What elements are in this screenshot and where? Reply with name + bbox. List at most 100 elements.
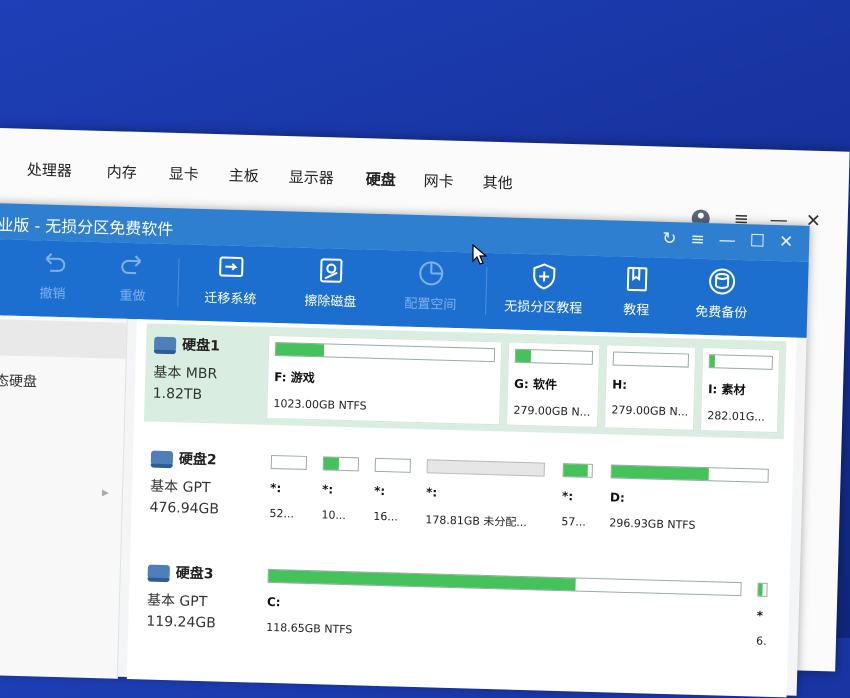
undo-button[interactable]: 撤销 bbox=[7, 248, 98, 303]
partition-label: * bbox=[757, 609, 773, 623]
book-icon bbox=[622, 265, 653, 294]
usage-bar bbox=[268, 569, 742, 596]
refresh-icon[interactable]: ↻ bbox=[662, 229, 677, 249]
window-title: 业版 - 无损分区免费软件 bbox=[0, 211, 174, 240]
backup-icon bbox=[707, 267, 738, 296]
partition-i[interactable]: I: 素材 282.01G... bbox=[700, 347, 780, 433]
usage-fill bbox=[758, 584, 762, 596]
partition-size: 16... bbox=[373, 510, 415, 524]
disk-size: 119.24GB bbox=[146, 614, 256, 633]
usage-fill bbox=[612, 465, 709, 480]
usage-bar bbox=[275, 342, 495, 362]
disk-icon bbox=[151, 451, 173, 466]
partition-item[interactable]: * 6. bbox=[750, 576, 774, 659]
partition-item[interactable]: *: 57... bbox=[555, 457, 599, 540]
partition-size: 279.00GB N... bbox=[611, 403, 693, 418]
partition-label: F: 游戏 bbox=[274, 368, 500, 391]
tab-other[interactable]: 其他 bbox=[482, 172, 513, 194]
close-icon[interactable]: ✕ bbox=[779, 232, 794, 252]
allocate-space-button[interactable]: 配置空间 bbox=[385, 258, 476, 313]
redo-icon bbox=[118, 251, 149, 280]
partition-size: 296.93GB NTFS bbox=[609, 516, 773, 534]
partition-label: *: bbox=[562, 489, 598, 504]
disk-type: 基本 MBR bbox=[153, 362, 264, 385]
sidebar-item-ssd[interactable]: 态硬盘 bbox=[0, 370, 37, 391]
usage-bar bbox=[709, 354, 773, 370]
partition-size: 282.01G... bbox=[707, 409, 777, 424]
redo-button[interactable]: 重做 bbox=[87, 250, 178, 305]
usage-fill bbox=[324, 457, 340, 469]
maximize-icon[interactable]: ☐ bbox=[749, 231, 765, 251]
partition-label: D: bbox=[610, 490, 774, 509]
tab-memory[interactable]: 内存 bbox=[107, 161, 138, 183]
collapse-arrow-icon[interactable]: ▶ bbox=[102, 488, 109, 498]
sidebar-selected-item[interactable] bbox=[0, 319, 127, 359]
tab-network[interactable]: 网卡 bbox=[423, 170, 454, 192]
partition-f[interactable]: F: 游戏 1023.00GB NTFS bbox=[266, 335, 502, 426]
disk-icon bbox=[154, 337, 176, 352]
partition-label: H: bbox=[612, 377, 694, 393]
partition-size: 118.65GB NTFS bbox=[266, 621, 746, 647]
partition-software-window: 业版 - 无损分区免费软件 ↻ ≡ — ☐ ✕ 撤销 重做 迁移系统 擦除磁盘 bbox=[0, 203, 810, 696]
toolbar-divider bbox=[485, 267, 487, 315]
partition-size: 52... bbox=[269, 507, 311, 521]
disk-info: 硬盘1 基本 MBR 1.82TB bbox=[153, 334, 265, 405]
disk-name: 硬盘3 bbox=[176, 565, 214, 582]
partition-tutorial-button[interactable]: 无损分区教程 bbox=[493, 261, 594, 317]
tutorial-button[interactable]: 教程 bbox=[601, 264, 672, 319]
tab-gpu[interactable]: 显卡 bbox=[169, 163, 200, 185]
partition-c[interactable]: C: 118.65GB NTFS bbox=[260, 563, 748, 659]
usage-bar bbox=[757, 583, 767, 597]
usage-fill bbox=[710, 355, 715, 367]
usage-fill bbox=[269, 570, 576, 591]
usage-bar bbox=[563, 463, 593, 478]
partition-label: *: bbox=[426, 485, 550, 502]
disk-row-2[interactable]: 硬盘2 基本 GPT 476.94GB *: 52... *: 10... *:… bbox=[141, 437, 783, 553]
window-controls: ↻ ≡ — ☐ ✕ bbox=[662, 229, 794, 253]
sidebar: 态硬盘 ▶ bbox=[0, 315, 128, 679]
shield-plus-icon bbox=[529, 262, 560, 291]
partition-size: 10... bbox=[321, 508, 363, 522]
usage-fill bbox=[564, 464, 588, 477]
usage-bar bbox=[375, 458, 411, 473]
partition-label: *: bbox=[322, 482, 364, 497]
undo-label: 撤销 bbox=[39, 286, 65, 302]
partition-size: 279.00GB N... bbox=[513, 404, 597, 419]
partition-item[interactable]: *: 10... bbox=[315, 450, 365, 533]
partition-item[interactable]: *: 52... bbox=[263, 449, 313, 532]
partition-item[interactable]: *: 16... bbox=[367, 452, 417, 535]
disk-row-3[interactable]: 硬盘3 基本 GPT 119.24GB C: 118.65GB NTFS * 6… bbox=[138, 551, 780, 667]
tab-cpu[interactable]: 处理器 bbox=[27, 159, 73, 181]
tab-monitor[interactable]: 显示器 bbox=[288, 166, 334, 188]
partition-d[interactable]: D: 296.93GB NTFS bbox=[603, 458, 775, 545]
minimize-icon[interactable]: — bbox=[718, 230, 736, 250]
usage-bar bbox=[427, 459, 545, 476]
migrate-icon bbox=[216, 253, 247, 282]
partition-size: 6. bbox=[756, 635, 772, 648]
toolbar-divider bbox=[177, 258, 179, 306]
free-backup-button[interactable]: 免费备份 bbox=[681, 266, 762, 321]
partition-size: 178.81GB 未分配... bbox=[425, 511, 549, 530]
wipe-disk-button[interactable]: 擦除磁盘 bbox=[285, 255, 376, 310]
partition-h[interactable]: H: 279.00GB N... bbox=[604, 344, 696, 430]
undo-icon bbox=[38, 248, 69, 277]
partition-g[interactable]: G: 软件 279.00GB N... bbox=[506, 342, 600, 429]
pie-icon bbox=[416, 259, 447, 288]
partition-unallocated[interactable]: *: 178.81GB 未分配... bbox=[419, 453, 551, 539]
migrate-system-button[interactable]: 迁移系统 bbox=[185, 253, 276, 308]
partition-label: I: 素材 bbox=[708, 380, 778, 399]
menu-icon[interactable]: ≡ bbox=[690, 230, 705, 250]
usage-bar bbox=[323, 456, 359, 471]
disk-name: 硬盘1 bbox=[182, 337, 220, 354]
disk-type: 基本 GPT bbox=[150, 476, 261, 499]
partition-tutorial-label: 无损分区教程 bbox=[504, 299, 582, 316]
tab-disk[interactable]: 硬盘 bbox=[365, 168, 396, 190]
usage-bar bbox=[271, 455, 307, 470]
usage-bar bbox=[515, 349, 593, 365]
partition-size: 1023.00GB NTFS bbox=[273, 397, 499, 416]
disk-row-1[interactable]: 硬盘1 基本 MBR 1.82TB F: 游戏 1023.00GB NTFS G… bbox=[144, 323, 786, 439]
disk-type: 基本 GPT bbox=[147, 590, 258, 613]
partition-label: C: bbox=[267, 595, 747, 622]
tab-motherboard[interactable]: 主板 bbox=[228, 164, 259, 186]
migrate-label: 迁移系统 bbox=[204, 291, 256, 307]
